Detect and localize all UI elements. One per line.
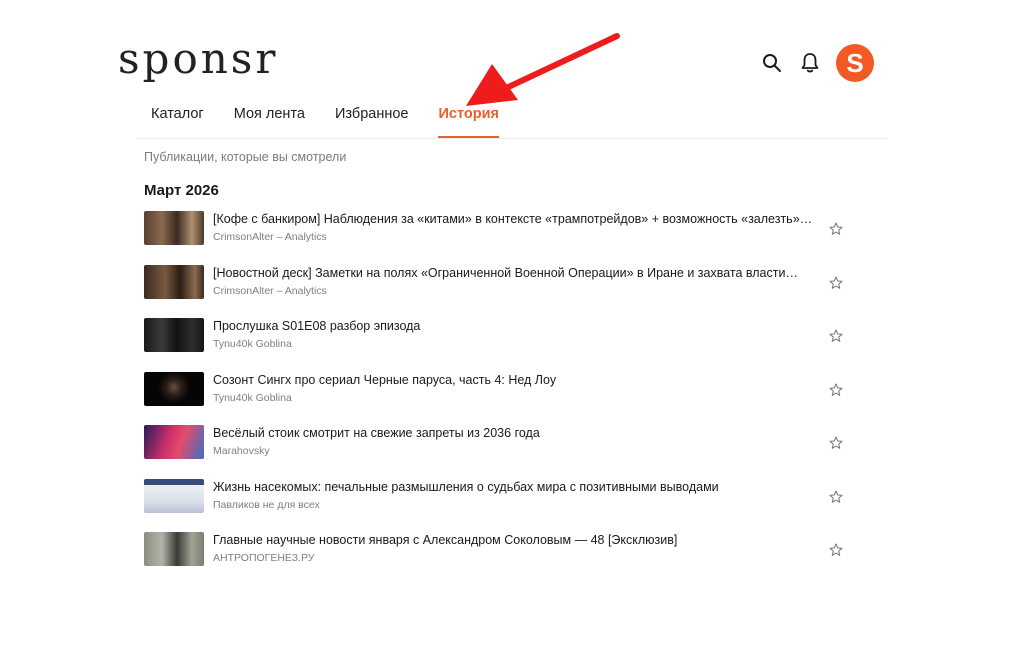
star-icon[interactable]	[828, 435, 844, 451]
list-item[interactable]: Созонт Сингх про сериал Черные паруса, ч…	[144, 371, 850, 426]
list-item[interactable]: Прослушка S01E08 разбор эпизода Tynu40k …	[144, 318, 850, 372]
bell-icon	[801, 53, 819, 73]
tab-history[interactable]: История	[423, 96, 514, 138]
item-title[interactable]: [Кофе с банкиром] Наблюдения за «китами»…	[213, 211, 813, 227]
item-author[interactable]: Tynu40k Goblina	[213, 392, 813, 405]
item-title[interactable]: Созонт Сингх про сериал Черные паруса, ч…	[213, 372, 813, 388]
month-heading: Март 2026	[144, 182, 219, 199]
item-thumbnail[interactable]	[144, 532, 204, 566]
avatar[interactable]: S	[836, 44, 874, 82]
star-icon[interactable]	[828, 275, 844, 291]
star-icon[interactable]	[828, 489, 844, 505]
item-title[interactable]: Жизнь насекомых: печальные размышления о…	[213, 479, 813, 495]
notifications-button[interactable]	[798, 51, 822, 75]
item-title[interactable]: Весёлый стоик смотрит на свежие запреты …	[213, 425, 813, 441]
tab-my-feed[interactable]: Моя лента	[219, 96, 320, 136]
sponsr-logo[interactable]: sponsr	[118, 34, 278, 84]
item-author[interactable]: Павликов не для всех	[213, 499, 813, 512]
search-icon	[763, 54, 781, 72]
list-item[interactable]: [Кофе с банкиром] Наблюдения за «китами»…	[144, 211, 850, 265]
item-author[interactable]: CrimsonAlter – Analytics	[213, 231, 813, 244]
list-item[interactable]: Главные научные новости января с Алексан…	[144, 532, 850, 586]
item-thumbnail[interactable]	[144, 264, 204, 299]
item-thumbnail[interactable]	[144, 211, 204, 245]
item-title[interactable]: Прослушка S01E08 разбор эпизода	[213, 318, 813, 334]
header-actions: S	[760, 44, 874, 82]
item-title[interactable]: [Новостной деск] Заметки на полях «Огран…	[213, 265, 813, 281]
item-author[interactable]: АНТРОПОГЕНЕЗ.РУ	[213, 552, 813, 565]
list-item[interactable]: [Новостной деск] Заметки на полях «Огран…	[144, 264, 850, 319]
item-thumbnail[interactable]	[144, 318, 204, 352]
tab-catalog[interactable]: Каталог	[136, 96, 219, 136]
item-thumbnail[interactable]	[144, 371, 204, 406]
star-icon[interactable]	[828, 542, 844, 558]
list-item[interactable]: Весёлый стоик смотрит на свежие запреты …	[144, 425, 850, 479]
item-thumbnail[interactable]	[144, 478, 204, 513]
main-nav: Каталог Моя лента Избранное История	[136, 96, 888, 139]
star-icon[interactable]	[828, 382, 844, 398]
search-button[interactable]	[760, 51, 784, 75]
star-icon[interactable]	[828, 221, 844, 237]
list-item[interactable]: Жизнь насекомых: печальные размышления о…	[144, 478, 850, 533]
tab-favorites[interactable]: Избранное	[320, 96, 423, 136]
item-author[interactable]: CrimsonAlter – Analytics	[213, 285, 813, 298]
page: sponsr S Каталог Моя лента Избранное Ист…	[0, 0, 1024, 656]
item-title[interactable]: Главные научные новости января с Алексан…	[213, 532, 813, 548]
item-author[interactable]: Marahovsky	[213, 445, 813, 458]
history-list: [Кофе с банкиром] Наблюдения за «китами»…	[144, 211, 850, 586]
history-subtitle: Публикации, которые вы смотрели	[144, 150, 347, 164]
item-author[interactable]: Tynu40k Goblina	[213, 338, 813, 351]
star-icon[interactable]	[828, 328, 844, 344]
item-thumbnail[interactable]	[144, 425, 204, 459]
